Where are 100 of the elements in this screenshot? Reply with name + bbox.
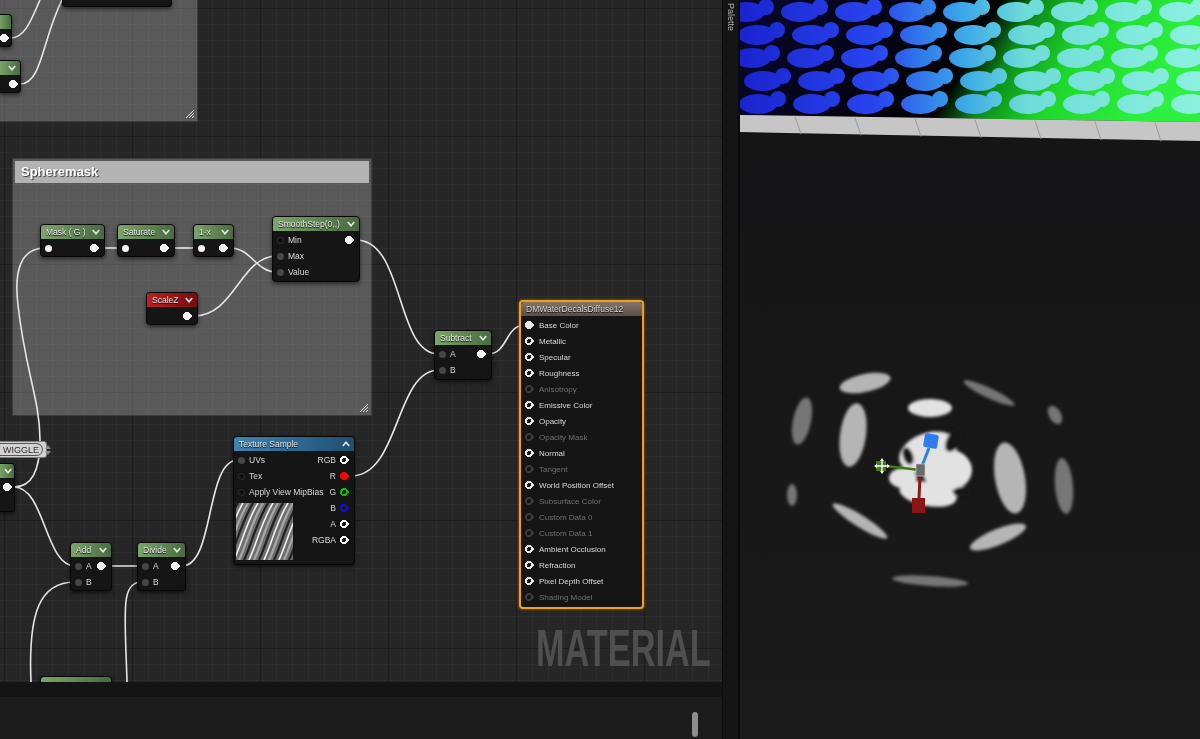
caret-icon[interactable] [173, 547, 181, 553]
input-pin-icon[interactable] [277, 268, 284, 276]
node-title: Texture Sample [239, 439, 300, 449]
input-pin-icon[interactable] [525, 417, 535, 425]
input-pin-icon[interactable] [277, 252, 284, 260]
caret-icon[interactable] [162, 229, 170, 235]
scrollbar-thumb[interactable] [692, 712, 698, 737]
pin-label: Metallic [539, 336, 567, 346]
pin-label: Custom Data 1 [539, 528, 593, 538]
graph-node[interactable]: Subtract A B [434, 330, 492, 380]
node-title: Subtract [440, 333, 473, 343]
output-pin-icon[interactable] [97, 562, 107, 570]
input-pin-icon[interactable] [238, 456, 245, 464]
input-pin-icon[interactable] [525, 577, 535, 585]
caret-icon[interactable] [8, 65, 16, 71]
input-pin-icon[interactable] [75, 562, 82, 570]
graph-node[interactable]: Saturate [117, 224, 175, 257]
input-pin-icon[interactable] [198, 244, 205, 252]
graph-node[interactable]: Mask ( G ) [40, 224, 105, 257]
pin-label: Tex [249, 471, 263, 481]
node-header[interactable]: 1-x [194, 225, 233, 239]
node-header[interactable]: Texture Sample [234, 437, 354, 451]
pin-label: Shading Model [539, 592, 593, 602]
input-pin-icon[interactable] [45, 244, 52, 252]
output-pin-icon[interactable] [0, 34, 10, 42]
input-pin-icon[interactable] [142, 578, 149, 586]
graph-node[interactable] [40, 676, 112, 682]
output-pin-icon[interactable] [340, 536, 350, 544]
output-pin-icon[interactable] [90, 244, 100, 252]
input-pin-icon[interactable] [525, 545, 535, 553]
node-header[interactable]: SmoothStep(0,,) [273, 217, 359, 231]
output-pin-icon[interactable] [219, 244, 229, 252]
caret-icon[interactable] [92, 229, 100, 235]
graph-node[interactable] [0, 60, 21, 93]
caret-icon[interactable] [99, 547, 107, 553]
input-pin-icon[interactable] [525, 481, 535, 489]
graph-node[interactable]: SmoothStep(0,,) Min Max Value [272, 216, 360, 282]
node-header[interactable] [0, 15, 11, 29]
output-pin-icon[interactable] [183, 312, 193, 320]
caret-icon[interactable] [342, 441, 350, 447]
graph-node[interactable]: 1-x [193, 224, 234, 257]
output-pin-icon[interactable] [340, 488, 350, 496]
pin-label: Emissive Color [539, 400, 593, 410]
up-down-arrows-icon [45, 444, 51, 455]
input-pin-icon[interactable] [525, 353, 535, 361]
input-pin-icon[interactable] [525, 369, 535, 377]
input-pin-icon[interactable] [525, 401, 535, 409]
input-pin-icon[interactable] [439, 350, 446, 358]
node-header[interactable] [0, 61, 20, 75]
pin-label: Pixel Depth Offset [539, 576, 604, 586]
node-header[interactable]: Divide [138, 543, 185, 557]
input-pin-icon[interactable] [525, 561, 535, 569]
node-header[interactable] [0, 464, 14, 478]
output-pin-icon[interactable] [340, 520, 350, 528]
pin-label: Apply View MipBias [249, 487, 324, 497]
graph-node[interactable]: ScaleZ [146, 292, 198, 325]
node-header[interactable]: Add [71, 543, 111, 557]
node-header[interactable]: ScaleZ [147, 293, 197, 307]
input-pin-icon[interactable] [277, 236, 284, 244]
output-pin-icon[interactable] [171, 562, 181, 570]
transform-gizmo-icon [876, 432, 940, 513]
input-pin-icon[interactable] [439, 366, 446, 374]
node-title: ScaleZ [152, 295, 180, 305]
input-pin-icon[interactable] [238, 472, 245, 480]
caret-icon[interactable] [479, 335, 487, 341]
node-header[interactable]: DMWaterDecalsDiffuse12 [521, 302, 642, 316]
output-pin-icon[interactable] [3, 483, 13, 491]
input-pin-icon[interactable] [238, 488, 245, 496]
comment-title: Spheremask [15, 161, 369, 183]
node-header[interactable]: Mask ( G ) [41, 225, 104, 239]
caret-icon[interactable] [347, 221, 355, 227]
pin-label: G [329, 487, 336, 497]
input-pin-icon[interactable] [525, 321, 535, 329]
graph-node[interactable]: Texture Sample UVs RGB Tex R Apply View MipBias G B A RGBA [233, 436, 355, 565]
graph-node[interactable] [62, 0, 172, 7]
graph-node[interactable]: Add A B [70, 542, 112, 591]
input-pin-icon[interactable] [142, 562, 149, 570]
input-pin-icon[interactable] [525, 337, 535, 345]
graph-node[interactable]: Divide A B [137, 542, 186, 591]
caret-icon[interactable] [221, 229, 229, 235]
output-pin-icon[interactable] [9, 80, 19, 88]
pin-label: A [330, 519, 336, 529]
node-header[interactable]: Saturate [118, 225, 174, 239]
output-pin-icon[interactable] [160, 244, 170, 252]
output-pin-icon[interactable] [477, 350, 487, 358]
palette-tab[interactable]: Palette [724, 3, 737, 32]
caret-icon[interactable] [185, 297, 193, 303]
node-header[interactable]: Subtract [435, 331, 491, 345]
output-pin-icon[interactable] [340, 456, 350, 464]
graph-node[interactable] [0, 14, 12, 47]
graph-node[interactable] [0, 463, 15, 512]
resize-grip-icon[interactable] [186, 110, 194, 118]
output-pin-icon[interactable] [345, 236, 355, 244]
caret-icon[interactable] [4, 468, 12, 474]
pin-label: Roughness [539, 368, 580, 378]
material-result-node[interactable] [519, 300, 644, 609]
input-pin-icon[interactable] [75, 578, 82, 586]
input-pin-icon[interactable] [525, 449, 535, 457]
resize-grip-icon[interactable] [360, 404, 368, 412]
input-pin-icon[interactable] [122, 244, 129, 252]
